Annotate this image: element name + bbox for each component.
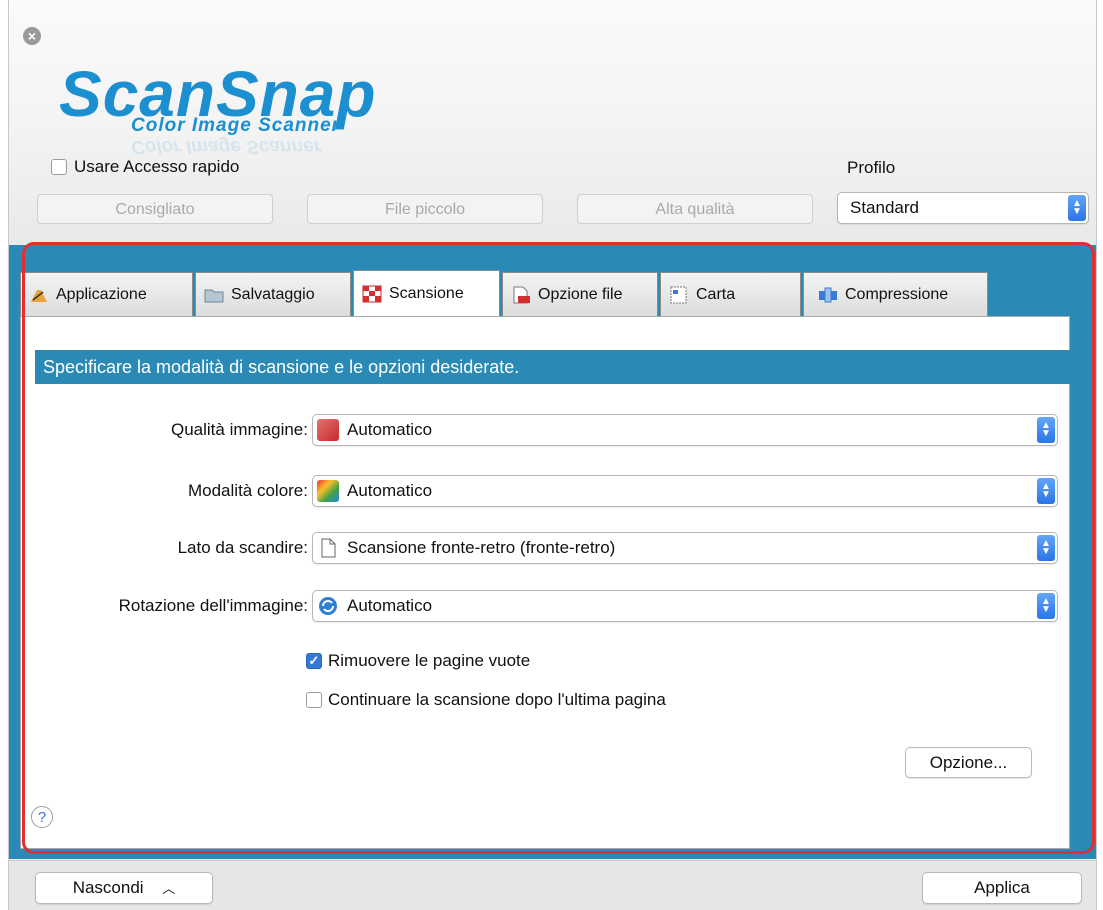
tab-compressione[interactable]: Compressione <box>803 272 988 316</box>
header-area: × ScanSnap Color Image Scanner Color Ima… <box>9 0 1096 245</box>
remove-blank-pages-checkbox[interactable]: ✓ Rimuovere le pagine vuote <box>306 651 530 671</box>
scan-side-select[interactable]: Scansione fronte-retro (fronte-retro) ▲ ▼ <box>312 532 1058 564</box>
color-mode-value: Automatico <box>347 481 433 500</box>
tab-scansione[interactable]: Scansione <box>353 270 500 316</box>
logo-subtitle: Color Image Scanner <box>131 115 341 136</box>
quick-access-checkbox[interactable]: Usare Accesso rapido <box>51 155 239 179</box>
color-mode-select[interactable]: Automatico ▲ ▼ <box>312 475 1058 507</box>
tab-applicazione[interactable]: Applicazione <box>20 272 193 316</box>
rotation-select[interactable]: Automatico ▲ ▼ <box>312 590 1058 622</box>
preset-high-quality-button[interactable]: Alta qualità <box>577 194 813 224</box>
continue-scan-label: Continuare la scansione dopo l'ultima pa… <box>328 690 666 709</box>
profile-label: Profilo <box>847 158 896 177</box>
chevron-up-icon: ︿ <box>162 881 176 896</box>
chevron-updown-icon: ▲ ▼ <box>1037 593 1055 619</box>
image-quality-value: Automatico <box>347 420 433 439</box>
scan-checker-icon <box>362 285 382 302</box>
image-quality-label: Qualità immagine: <box>170 420 308 439</box>
pen-icon <box>31 289 47 302</box>
preset-recommended-button[interactable]: Consigliato <box>37 194 273 224</box>
color-auto-icon <box>317 480 339 502</box>
chevron-updown-icon: ▲ ▼ <box>1037 417 1055 443</box>
hide-button[interactable]: Nascondi ︿ <box>35 872 213 904</box>
tab-carta[interactable]: Carta <box>660 272 801 316</box>
continue-scan-checkbox[interactable]: Continuare la scansione dopo l'ultima pa… <box>306 690 666 710</box>
tab-salvataggio[interactable]: Salvataggio <box>195 272 351 316</box>
instruction-banner: Specificare la modalità di scansione e l… <box>35 350 1085 384</box>
file-icon <box>513 286 530 303</box>
tab-label: Carta <box>696 285 736 303</box>
chevron-updown-icon: ▲ ▼ <box>1037 478 1055 504</box>
rotate-icon <box>319 597 337 615</box>
preset-small-file-button[interactable]: File piccolo <box>307 194 543 224</box>
folder-icon <box>204 289 224 302</box>
remove-blank-pages-label: Rimuovere le pagine vuote <box>328 651 531 670</box>
chevron-updown-icon: ▲ ▼ <box>1037 535 1055 561</box>
quick-access-checkbox-box[interactable] <box>51 159 67 175</box>
settings-tabs: Applicazione Salvataggio Scansione Opzio… <box>20 270 990 316</box>
hide-button-label: Nascondi <box>72 878 144 897</box>
quick-access-label: Usare Accesso rapido <box>74 157 240 176</box>
tab-label: Opzione file <box>538 285 623 303</box>
option-button[interactable]: Opzione... <box>905 747 1032 778</box>
close-icon[interactable]: × <box>23 27 41 45</box>
tab-label: Compressione <box>845 285 949 303</box>
chevron-updown-icon: ▲ ▼ <box>1068 195 1086 221</box>
duplex-page-icon <box>321 538 336 558</box>
tab-label: Applicazione <box>56 285 147 303</box>
tab-label: Scansione <box>389 284 464 302</box>
rotation-value: Automatico <box>347 596 433 615</box>
scan-side-label: Lato da scandire: <box>177 538 308 557</box>
tab-label: Salvataggio <box>231 285 315 303</box>
continue-scan-checkbox-box[interactable] <box>306 692 322 708</box>
apply-button[interactable]: Applica <box>922 872 1082 904</box>
scansnap-logo: ScanSnap Color Image Scanner Color Image… <box>59 60 519 157</box>
color-mode-label: Modalità colore: <box>187 481 308 500</box>
check-icon[interactable]: ✓ <box>306 653 322 669</box>
rotation-label: Rotazione dell'immagine: <box>118 596 308 615</box>
logo-reflection: Color Image Scanner <box>131 136 322 157</box>
help-icon[interactable]: ? <box>31 806 53 828</box>
quality-auto-icon <box>317 419 339 441</box>
profile-select-value: Standard <box>850 198 919 217</box>
compression-icon <box>819 287 837 302</box>
profile-select[interactable]: Standard ▲ ▼ <box>837 192 1089 224</box>
tab-opzione-file[interactable]: Opzione file <box>502 272 658 316</box>
image-quality-select[interactable]: Automatico ▲ ▼ <box>312 414 1058 446</box>
scan-side-value: Scansione fronte-retro (fronte-retro) <box>347 538 616 557</box>
paper-icon <box>670 286 687 303</box>
